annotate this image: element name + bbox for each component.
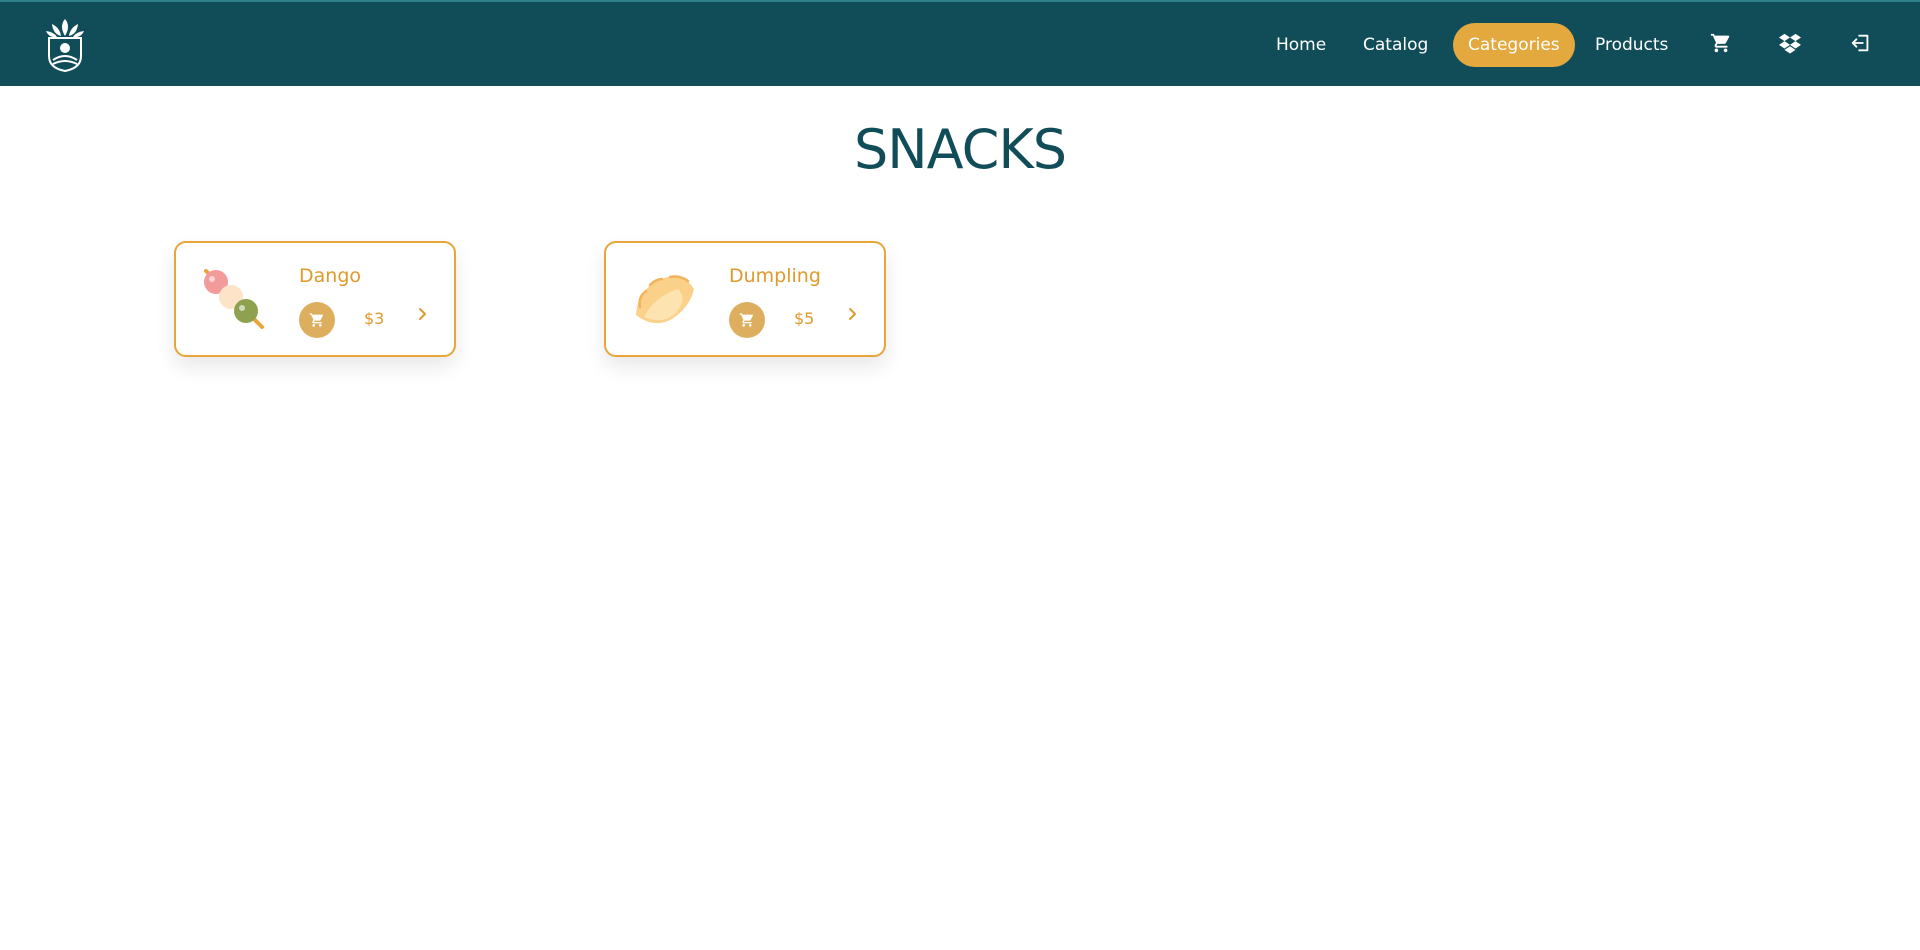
chevron-right-icon[interactable] [844, 306, 860, 322]
nav-categories[interactable]: Categories [1453, 23, 1575, 67]
page-title: SNACKS [853, 118, 1067, 181]
leaf-logo-icon[interactable] [44, 18, 86, 72]
logout-icon[interactable] [1850, 32, 1872, 54]
dumpling-icon [636, 275, 694, 324]
nav-products[interactable]: Products [1595, 23, 1668, 67]
product-name: Dumpling [729, 265, 821, 287]
cart-icon [739, 313, 754, 327]
product-price: $3 [364, 309, 385, 328]
product-card-dango[interactable]: Dango $3 [174, 241, 456, 357]
cart-icon[interactable] [1710, 32, 1732, 54]
product-price: $5 [794, 309, 815, 328]
nav-home[interactable]: Home [1276, 23, 1326, 67]
add-to-cart-button[interactable] [299, 302, 335, 338]
dango-icon [204, 269, 264, 329]
cart-icon [309, 313, 324, 327]
product-name: Dango [299, 265, 362, 287]
product-card-dumpling[interactable]: Dumpling $5 [604, 241, 886, 357]
top-navbar: Home Catalog Categories Products [0, 0, 1920, 86]
nav-catalog[interactable]: Catalog [1363, 23, 1428, 67]
dropbox-icon[interactable] [1779, 32, 1801, 54]
add-to-cart-button[interactable] [729, 302, 765, 338]
chevron-right-icon[interactable] [414, 306, 430, 322]
